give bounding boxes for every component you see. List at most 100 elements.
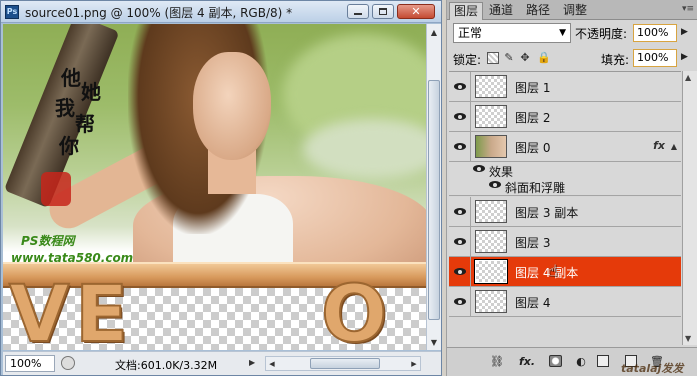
eye-icon: [453, 238, 466, 245]
tab-paths[interactable]: 路径: [522, 2, 554, 20]
layer-thumbnail: [475, 105, 507, 128]
watermark-char: 她: [81, 80, 101, 104]
watermark-char: 我: [55, 96, 75, 120]
lock-transparency-icon[interactable]: [487, 52, 499, 64]
visibility-eye-icon[interactable]: [449, 257, 471, 286]
link-layers-icon[interactable]: ⛓: [489, 355, 505, 369]
effects-collapse-toggle-icon[interactable]: ▲: [671, 142, 677, 151]
adjustment-layer-icon[interactable]: ◐: [573, 355, 589, 369]
document-size: 文档:601.0K/3.32M: [115, 359, 218, 372]
document-title: source01.png @ 100% (图层 4 副本, RGB/8) *: [25, 6, 293, 20]
corner-watermark: tatalaj发发: [621, 362, 684, 375]
close-button[interactable]: ✕: [397, 4, 435, 19]
eye-icon: [453, 113, 466, 120]
effect-item-label: 斜面和浮雕: [505, 181, 566, 195]
visibility-eye-icon[interactable]: [449, 197, 471, 226]
fill-slider-arrow-icon[interactable]: ▶: [681, 52, 688, 62]
image-canvas[interactable]: 他 她 我 帮 你 PS数程网 www.tata580.com V E O: [3, 24, 426, 350]
fill-field[interactable]: 100%: [633, 49, 677, 67]
visibility-eye-icon[interactable]: [449, 132, 471, 161]
fill-label: 填充:: [601, 53, 630, 67]
layer-row[interactable]: 图层 2: [449, 102, 681, 132]
status-menu-arrow-icon[interactable]: ▶: [249, 358, 255, 367]
new-group-folder-icon[interactable]: [597, 355, 609, 367]
visibility-eye-icon[interactable]: [449, 227, 471, 256]
photo-face: [193, 52, 271, 160]
horizontal-scroll-thumb[interactable]: [310, 358, 380, 369]
visibility-eye-icon[interactable]: [449, 287, 471, 316]
opacity-field[interactable]: 100%: [633, 24, 677, 42]
photoshop-logo-icon: Ps: [5, 5, 19, 19]
scroll-up-arrow-icon[interactable]: ▲: [428, 25, 440, 39]
photoshop-window: Ps source01.png @ 100% (图层 4 副本, RGB/8) …: [0, 0, 697, 376]
layer-row[interactable]: 图层 1: [449, 72, 681, 102]
hand-cursor-icon: ☝: [548, 261, 558, 280]
scroll-left-arrow-icon[interactable]: ◀: [266, 357, 278, 370]
lock-position-icon[interactable]: ✥: [519, 52, 531, 64]
layer-name: 图层 4 副本: [515, 266, 579, 280]
maximize-button[interactable]: [372, 4, 394, 19]
layer-row[interactable]: 图层 3: [449, 227, 681, 257]
horizontal-scrollbar[interactable]: ◀ ▶: [265, 356, 421, 371]
visibility-eye-icon[interactable]: [449, 102, 471, 131]
scroll-right-arrow-icon[interactable]: ▶: [408, 357, 420, 370]
layers-bottom-toolbar: ⛓ fx. ◐ 🗑 tatalaj发发: [447, 347, 697, 376]
layer-thumbnail: [475, 290, 507, 313]
layer-row[interactable]: 图层 0 fx ▲: [449, 132, 681, 162]
wood-letter-e: E: [74, 270, 129, 350]
layer-name: 图层 3: [515, 236, 551, 250]
layers-list: 图层 1 图层 2 图层 0 fx ▲ 效果 斜面和浮雕 图层 3 副本 图层 …: [449, 71, 681, 345]
wood-letter-v: V: [8, 270, 70, 350]
vertical-scrollbar[interactable]: ▲ ▼: [426, 24, 441, 350]
watermark-char: 你: [59, 134, 79, 158]
document-titlebar[interactable]: Ps source01.png @ 100% (图层 4 副本, RGB/8) …: [1, 1, 441, 23]
blend-row: 正常 ▼ 不透明度: 100% ▶: [451, 23, 695, 43]
scroll-down-arrow-icon[interactable]: ▼: [428, 335, 440, 349]
layers-scrollbar[interactable]: ▲ ▼: [682, 71, 697, 345]
tab-adjustments[interactable]: 调整: [559, 2, 591, 20]
opacity-label: 不透明度:: [575, 27, 628, 41]
minimize-button[interactable]: [347, 4, 369, 19]
effects-group-row[interactable]: 效果: [449, 162, 681, 179]
lock-label: 锁定:: [453, 53, 482, 67]
lock-pixels-brush-icon[interactable]: ✎: [503, 52, 515, 64]
layer-name: 图层 4: [515, 296, 551, 310]
layer-thumbnail: [475, 260, 507, 283]
watermark-tag: PS数程网: [21, 234, 75, 248]
layer-fx-icon[interactable]: fx: [653, 139, 665, 152]
minimize-icon: [354, 13, 362, 15]
red-seal-stamp: [41, 172, 71, 206]
eye-icon: [453, 83, 466, 90]
layer-row-selected[interactable]: 图层 4 副本 ☝: [449, 257, 681, 287]
opacity-slider-arrow-icon[interactable]: ▶: [681, 27, 688, 37]
scroll-up-arrow-icon[interactable]: ▲: [685, 73, 691, 82]
add-layer-mask-icon[interactable]: [549, 355, 562, 367]
background-water: [303, 119, 426, 179]
zoom-field[interactable]: 100%: [5, 355, 55, 372]
blend-mode-select[interactable]: 正常 ▼: [453, 23, 571, 43]
status-bar: 100% 文档:601.0K/3.32M ▶ ◀ ▶: [3, 351, 441, 375]
wood-letter-o: O: [320, 270, 388, 350]
effects-eye-icon[interactable]: [473, 165, 485, 172]
effect-eye-icon[interactable]: [489, 181, 501, 188]
document-window: Ps source01.png @ 100% (图层 4 副本, RGB/8) …: [0, 0, 442, 376]
layer-row[interactable]: 图层 4: [449, 287, 681, 317]
vertical-scroll-thumb[interactable]: [428, 80, 440, 320]
blend-mode-value: 正常: [458, 26, 483, 40]
panel-menu-icon[interactable]: ▾≡: [682, 4, 694, 14]
layer-name: 图层 3 副本: [515, 206, 579, 220]
visibility-eye-icon[interactable]: [449, 72, 471, 101]
tab-layers[interactable]: 图层: [449, 2, 484, 20]
panel-tabs: 图层 通道 路径 调整 ▾≡: [447, 0, 697, 20]
layer-row[interactable]: 图层 3 副本: [449, 197, 681, 227]
lock-all-icon[interactable]: 🔒: [537, 52, 551, 64]
effect-item-row[interactable]: 斜面和浮雕: [449, 178, 681, 196]
scroll-down-arrow-icon[interactable]: ▼: [685, 334, 691, 343]
watermark-char: 他: [61, 66, 81, 90]
navigator-icon[interactable]: [61, 356, 75, 370]
add-layer-style-fx-icon[interactable]: fx.: [519, 355, 535, 369]
layer-name: 图层 0: [515, 141, 551, 155]
tab-channels[interactable]: 通道: [485, 2, 517, 20]
lock-row: 锁定: ✎ ✥ 🔒 填充: 100% ▶: [451, 48, 695, 68]
eye-icon: [453, 268, 466, 275]
